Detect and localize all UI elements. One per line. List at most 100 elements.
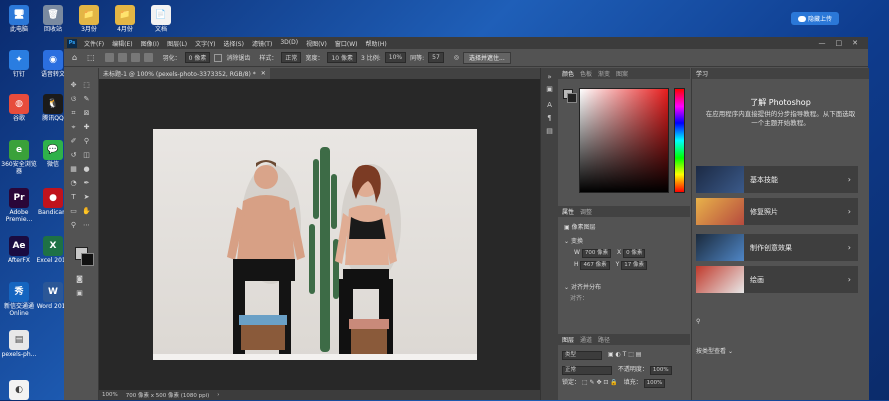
- marquee-tool-icon[interactable]: ⬚: [82, 81, 91, 89]
- align-header[interactable]: ⌄ 对齐并分布: [564, 282, 690, 291]
- stamp-tool-icon[interactable]: ⚲: [82, 137, 91, 145]
- close-tab-icon[interactable]: ✕: [261, 70, 266, 77]
- history-panel-icon[interactable]: ▣: [545, 85, 554, 94]
- new-selection-icon[interactable]: [104, 53, 114, 62]
- fill-input[interactable]: 100%: [643, 379, 666, 388]
- path-select-tool-icon[interactable]: ➤: [82, 193, 91, 201]
- desktop-icon[interactable]: Pr Adobe Premie...: [0, 186, 38, 223]
- tab-gradients[interactable]: 渐变: [598, 69, 610, 78]
- learn-filter[interactable]: 按类型查看 ⌄: [696, 346, 869, 355]
- glyphs-panel-icon[interactable]: ▤: [545, 127, 554, 136]
- healing-tool-icon[interactable]: ✚: [82, 123, 91, 131]
- desktop-icon[interactable]: 📁 3月份: [70, 3, 108, 33]
- quick-mask-icon[interactable]: ◙: [75, 275, 84, 283]
- screen-mode-icon[interactable]: ▣: [75, 289, 84, 297]
- brush-tool-icon[interactable]: ✐: [69, 137, 78, 145]
- menu-item[interactable]: 窗口(W): [331, 39, 362, 48]
- status-arrow-icon[interactable]: ›: [217, 392, 219, 398]
- learn-search[interactable]: ⚲: [696, 318, 858, 325]
- desktop-icon[interactable]: 🗑 回收站: [34, 3, 72, 33]
- tab-properties[interactable]: 属性: [562, 207, 574, 216]
- collapse-panels-icon[interactable]: »: [545, 73, 554, 82]
- gradient-tool-icon[interactable]: ▦: [69, 165, 78, 173]
- eraser-tool-icon[interactable]: ◫: [82, 151, 91, 159]
- tab-learn[interactable]: 学习: [696, 69, 708, 78]
- background-color-swatch[interactable]: [81, 253, 94, 266]
- filter-icons[interactable]: ▣ ◐ T ⬚ ▤: [608, 351, 642, 358]
- eyedropper-tool-icon[interactable]: ⌖: [69, 123, 78, 131]
- home-icon[interactable]: ⌂: [72, 53, 77, 62]
- menu-item[interactable]: 编辑(E): [108, 39, 136, 48]
- lasso-tool-icon[interactable]: ଓ: [69, 95, 78, 103]
- blend-mode-select[interactable]: 正常: [562, 366, 612, 375]
- learn-card[interactable]: 修复照片 ›: [696, 198, 858, 225]
- antialias-checkbox[interactable]: [214, 53, 223, 62]
- w-input[interactable]: 700 像素: [581, 249, 612, 258]
- desktop-icon[interactable]: 秀新信交通通 Online: [0, 280, 38, 317]
- more-tools-icon[interactable]: ⋯: [82, 221, 91, 229]
- marquee-tool-icon[interactable]: ⬚: [87, 53, 95, 62]
- quick-select-tool-icon[interactable]: ✎: [82, 95, 91, 103]
- tab-layers[interactable]: 图层: [562, 335, 574, 344]
- hand-tool-icon[interactable]: ✋: [82, 207, 91, 215]
- blur-tool-icon[interactable]: ●: [82, 165, 91, 173]
- crop-tool-icon[interactable]: ⌗: [69, 109, 78, 117]
- subtract-selection-icon[interactable]: [130, 53, 140, 62]
- desktop-icon[interactable]: ◍ 谷歌: [0, 92, 38, 122]
- desktop-icon[interactable]: 🖥 此电脑: [0, 3, 38, 33]
- dodge-tool-icon[interactable]: ◔: [69, 179, 78, 187]
- history-brush-tool-icon[interactable]: ↺: [69, 151, 78, 159]
- h-input[interactable]: 467 像素: [580, 261, 610, 270]
- menu-item[interactable]: 视图(V): [302, 39, 331, 48]
- x-input[interactable]: 0 像素: [623, 249, 646, 258]
- learn-card[interactable]: 绘画 ›: [696, 266, 858, 293]
- width-input[interactable]: 10 像素: [327, 52, 357, 63]
- tab-swatches[interactable]: 色板: [580, 69, 592, 78]
- desktop-icon[interactable]: ✦ 钉钉: [0, 48, 38, 78]
- frame-tool-icon[interactable]: ⊠: [82, 109, 91, 117]
- document-tab[interactable]: 未标题-1 @ 100% (pexels-photo-3373352, RGB/…: [99, 68, 270, 79]
- menu-item[interactable]: 图层(L): [163, 39, 191, 48]
- menu-item[interactable]: 帮助(H): [362, 39, 391, 48]
- tab-paths[interactable]: 路径: [598, 335, 610, 344]
- layer-kind-select[interactable]: 类型: [562, 351, 602, 360]
- tab-channels[interactable]: 通道: [580, 335, 592, 344]
- maximize-button[interactable]: □: [836, 39, 843, 47]
- color-picker-field[interactable]: [579, 88, 669, 193]
- opacity-input[interactable]: 100%: [649, 366, 672, 375]
- menu-item[interactable]: 选择(S): [219, 39, 248, 48]
- desktop-icon[interactable]: ◐: [0, 378, 38, 401]
- learn-card[interactable]: 基本技能 ›: [696, 166, 858, 193]
- learn-card[interactable]: 制作创意效果 ›: [696, 234, 858, 261]
- character-panel-icon[interactable]: A: [545, 101, 554, 110]
- height-input[interactable]: 57: [428, 52, 444, 63]
- menu-item[interactable]: 3D(D): [276, 39, 302, 48]
- feather-input[interactable]: 0 像素: [184, 52, 211, 63]
- desktop-icon[interactable]: ▤ pexels-ph...: [0, 328, 38, 358]
- type-tool-icon[interactable]: T: [69, 193, 78, 201]
- style-select[interactable]: 正常: [281, 52, 302, 63]
- desktop-icon[interactable]: e 360安全浏览器: [0, 138, 38, 175]
- menu-item[interactable]: 文件(F): [80, 39, 108, 48]
- zoom-level[interactable]: 100%: [102, 392, 118, 398]
- shape-tool-icon[interactable]: ▭: [69, 207, 78, 215]
- move-tool-icon[interactable]: ✥: [69, 81, 78, 89]
- color-bg-swatch[interactable]: [567, 93, 577, 103]
- menu-item[interactable]: 文字(Y): [191, 39, 219, 48]
- menu-item[interactable]: 图像(I): [137, 39, 163, 48]
- select-and-mask-button[interactable]: 选择并遮住...: [463, 51, 511, 64]
- cloud-upload-button[interactable]: 隐藏上传: [791, 12, 839, 25]
- ratio-input[interactable]: 10%: [384, 52, 407, 63]
- intersect-selection-icon[interactable]: [143, 53, 153, 62]
- hue-slider[interactable]: [674, 88, 685, 193]
- canvas-photo[interactable]: [153, 129, 477, 360]
- add-selection-icon[interactable]: [117, 53, 127, 62]
- tab-adjustments[interactable]: 调整: [580, 207, 592, 216]
- refine-icon[interactable]: ◎: [454, 54, 459, 61]
- pen-tool-icon[interactable]: ✒: [82, 179, 91, 187]
- transform-header[interactable]: ⌄ 变换: [564, 236, 690, 245]
- tab-color[interactable]: 颜色: [562, 69, 574, 78]
- tab-patterns[interactable]: 图案: [616, 69, 628, 78]
- desktop-icon[interactable]: 📄 文档: [142, 3, 180, 33]
- desktop-icon[interactable]: Ae AfterFX: [0, 234, 38, 264]
